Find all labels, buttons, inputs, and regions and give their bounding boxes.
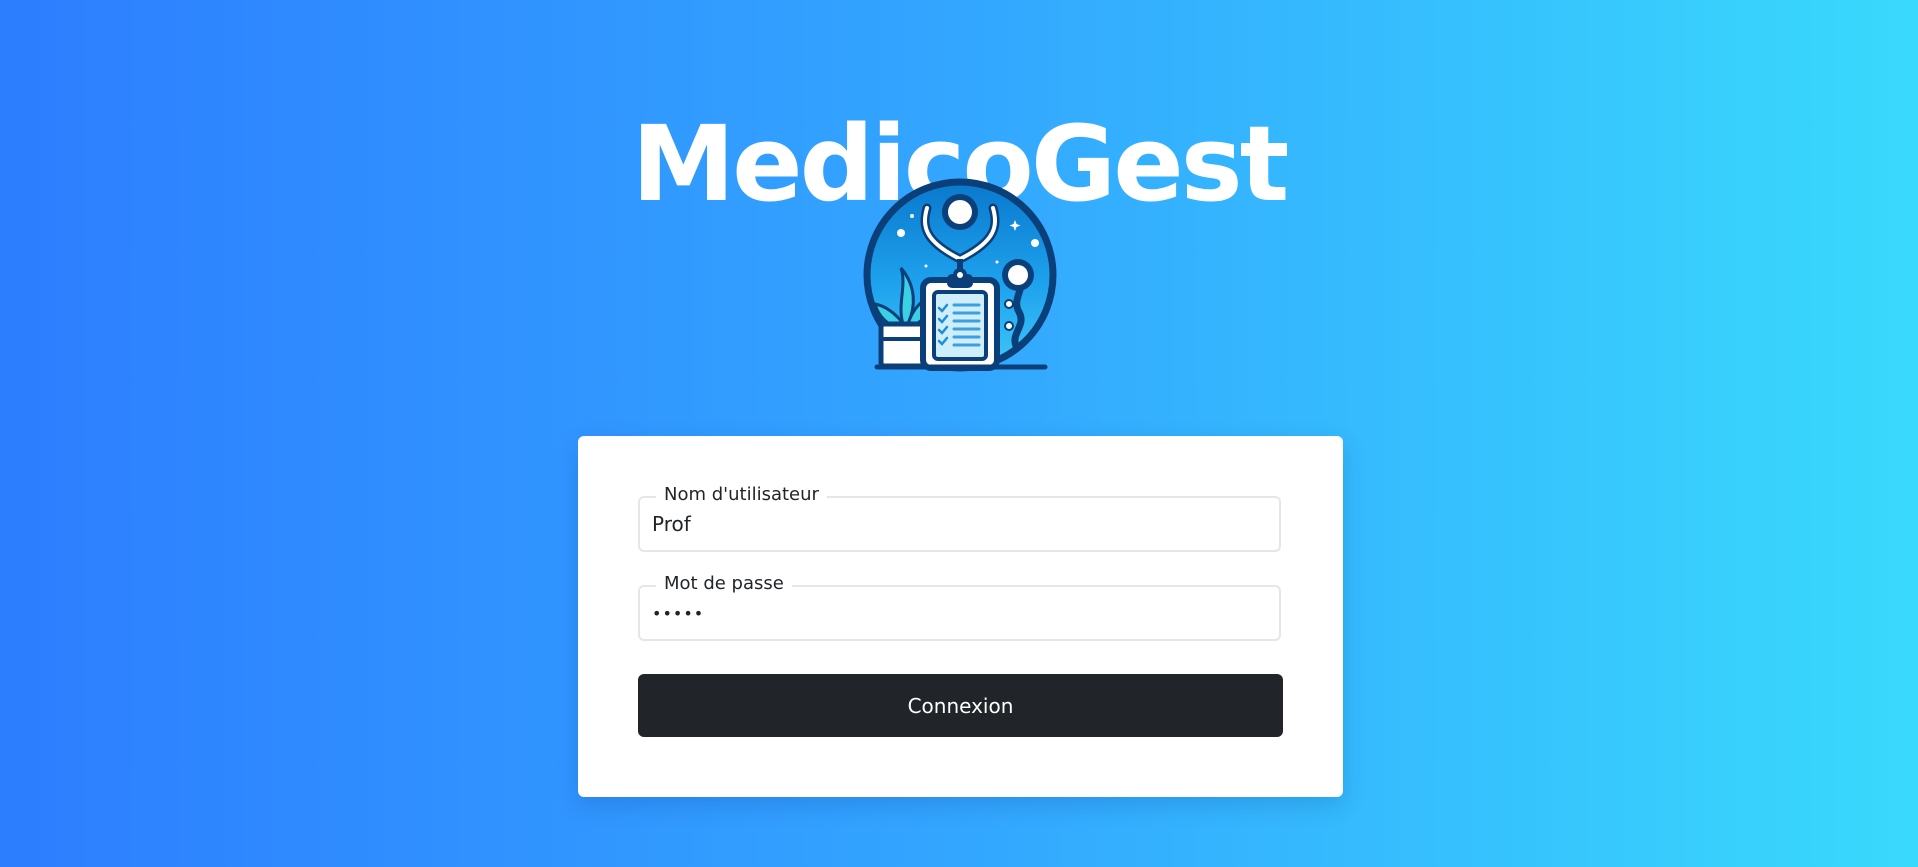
username-field[interactable]: Nom d'utilisateur	[638, 483, 1281, 552]
username-label: Nom d'utilisateur	[656, 483, 827, 507]
password-field[interactable]: Mot de passe	[638, 572, 1281, 641]
login-button[interactable]: Connexion	[638, 674, 1283, 737]
login-card: Nom d'utilisateur Mot de passe Connexion	[578, 436, 1343, 797]
username-input[interactable]	[652, 508, 1262, 540]
medical-clipboard-stethoscope-icon	[859, 176, 1061, 376]
password-input[interactable]	[652, 597, 1262, 629]
password-label: Mot de passe	[656, 572, 792, 596]
